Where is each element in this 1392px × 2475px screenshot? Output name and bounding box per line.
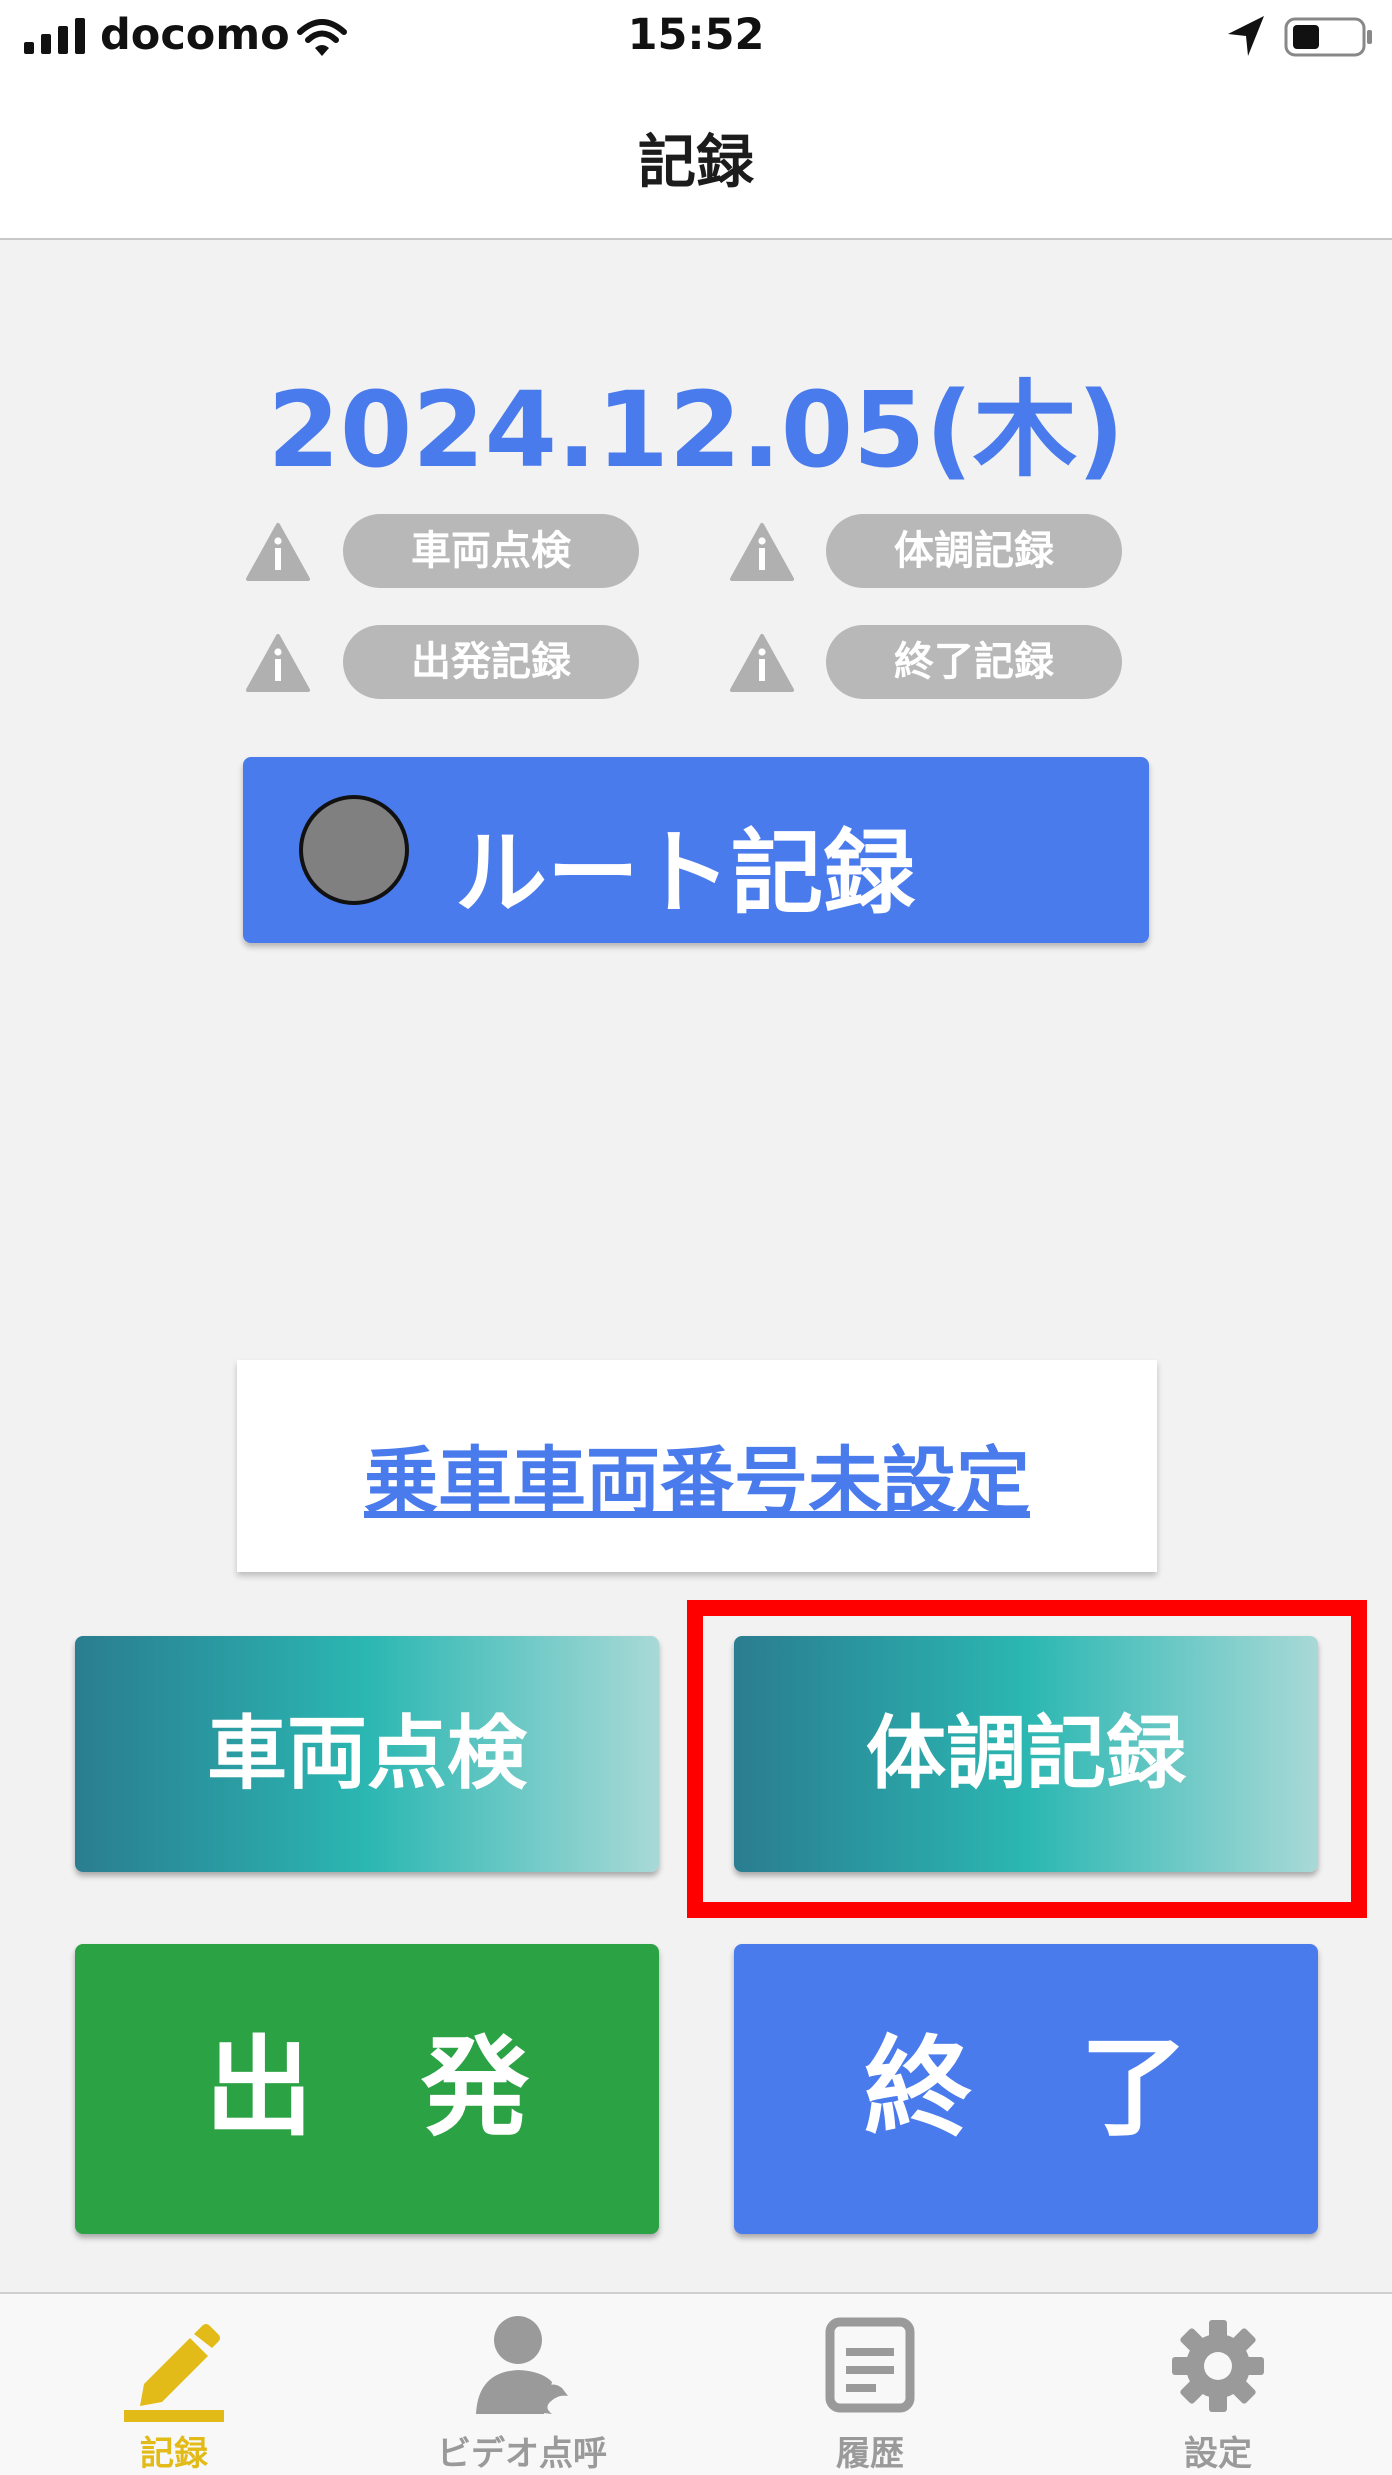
route-record-label: ルート記録 (455, 820, 916, 927)
tab-label: 履歴 (836, 2434, 904, 2474)
tab-label: 記録 (140, 2434, 208, 2474)
status-chip-health: 体調記録 (826, 514, 1122, 588)
status-time: 15:52 (627, 10, 765, 60)
health-record-button[interactable]: 体調記録 (734, 1636, 1318, 1872)
navigation-bar: 記録 (0, 75, 1392, 240)
depart-button[interactable]: 出 発 (75, 1944, 659, 2234)
warning-icon (730, 634, 794, 692)
history-document-icon (825, 2317, 915, 2413)
warning-icon (246, 523, 310, 581)
app-screen: docomo 15:52 記録 2024.12.05(木) 車両点検 体調記録 (0, 0, 1392, 2475)
tab-settings[interactable]: 設定 (1044, 2294, 1392, 2475)
status-chip-finish: 終了記録 (826, 625, 1122, 699)
route-record-button[interactable]: ルート記録 (243, 757, 1149, 943)
vehicle-number-link[interactable]: 乗車車両番号未設定 (237, 1422, 1157, 1529)
tab-bar: 記録 ビデオ点呼 履歴 設定 (0, 2292, 1392, 2475)
status-chip-departure: 出発記録 (343, 625, 639, 699)
page-title: 記録 (637, 128, 754, 196)
status-bar: docomo 15:52 (0, 0, 1392, 75)
gear-icon (1172, 2320, 1264, 2412)
warning-icon (730, 523, 794, 581)
status-chip-inspection: 車両点検 (343, 514, 639, 588)
tab-video-rollcall[interactable]: ビデオ点呼 (348, 2294, 696, 2475)
tab-label: ビデオ点呼 (437, 2434, 607, 2474)
battery-icon (1284, 17, 1372, 57)
tab-record[interactable]: 記録 (0, 2294, 348, 2475)
vehicle-number-card: 乗車車両番号未設定 (237, 1360, 1157, 1572)
record-date: 2024.12.05(木) (267, 369, 1125, 491)
record-indicator-icon (299, 795, 409, 905)
warning-icon (246, 634, 310, 692)
vehicle-inspection-button[interactable]: 車両点検 (75, 1636, 659, 1872)
tab-label: 設定 (1184, 2434, 1252, 2474)
finish-button[interactable]: 終 了 (734, 1944, 1318, 2234)
pencil-icon (124, 2324, 224, 2422)
location-arrow-icon (1228, 16, 1264, 56)
tab-history[interactable]: 履歴 (696, 2294, 1044, 2475)
video-call-person-icon (476, 2316, 568, 2414)
